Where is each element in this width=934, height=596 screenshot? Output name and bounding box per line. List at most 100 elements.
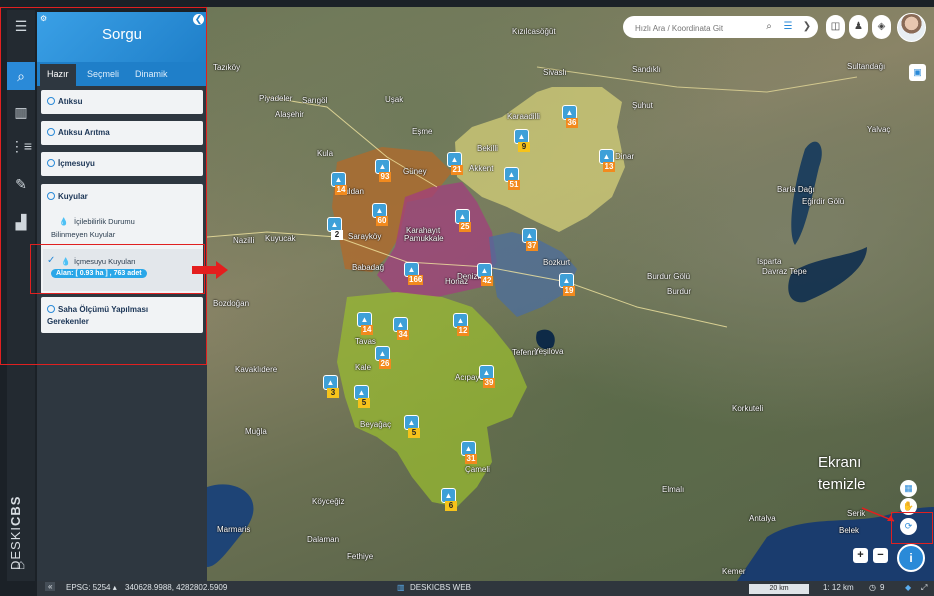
coordinate-icon[interactable]: ☰ bbox=[780, 19, 796, 35]
map-label: Güney bbox=[403, 167, 427, 176]
zoom-in-button[interactable]: + bbox=[853, 548, 868, 563]
map-label: Elmalı bbox=[662, 485, 685, 494]
locate-icon[interactable]: ◆ bbox=[905, 583, 911, 592]
tab-hazir[interactable]: Hazır bbox=[40, 64, 76, 88]
map-label: Honaz bbox=[445, 277, 469, 286]
well-cluster-marker[interactable]: ▲ 26 bbox=[373, 346, 393, 374]
brand-logo: DESKICBS bbox=[8, 495, 23, 570]
grid-icon[interactable]: ▦ bbox=[900, 480, 917, 497]
map-label: Muğla bbox=[245, 427, 267, 436]
well-cluster-marker[interactable]: ▲ 60 bbox=[370, 203, 390, 231]
map-label: Kuyucak bbox=[265, 234, 296, 243]
map-label: Köyceğiz bbox=[312, 497, 345, 506]
settings-icon[interactable]: ⚙ bbox=[40, 14, 47, 23]
callout-arrow bbox=[861, 507, 895, 522]
avatar[interactable] bbox=[897, 13, 926, 42]
well-cluster-marker[interactable]: ▲ 31 bbox=[459, 441, 479, 469]
book-icon[interactable]: ▥ bbox=[7, 98, 35, 126]
query-item-atiksu-aritma[interactable]: Atıksu Arıtma bbox=[41, 121, 203, 145]
map-label: Babadağ bbox=[352, 263, 385, 272]
map-label: Eşme bbox=[412, 127, 433, 136]
stamp-icon[interactable]: ♟ bbox=[849, 15, 868, 39]
query-item-icmesuyu[interactable]: İçmesuyu bbox=[41, 152, 203, 176]
map-label: Uşak bbox=[385, 95, 404, 104]
epsg-selector[interactable]: EPSG: 5254 ▴ bbox=[66, 583, 117, 592]
collapse-panel-icon[interactable]: ❮ bbox=[193, 14, 204, 25]
well-cluster-marker[interactable]: ▲ 36 bbox=[560, 105, 580, 133]
well-cluster-marker[interactable]: ▲ 14 bbox=[355, 312, 375, 340]
status-bar: « EPSG: 5254 ▴ 340628.9988, 4282802.5909… bbox=[37, 581, 934, 596]
layers-tree-icon[interactable]: ⋮≡ bbox=[7, 132, 35, 160]
sub-query-line1[interactable]: İçilebilirlik Durumu bbox=[74, 217, 135, 226]
map-label: Şuhut bbox=[632, 101, 653, 110]
search-bar: ⌕ ☰ ❯ bbox=[623, 16, 818, 38]
annotation-arrow bbox=[192, 261, 228, 279]
map-label: Dinar bbox=[615, 152, 635, 161]
selected-query-label: İçmesuyu Kuyuları bbox=[74, 257, 136, 266]
well-cluster-marker[interactable]: ▲ 5 bbox=[352, 385, 372, 413]
well-cluster-marker[interactable]: ▲ 42 bbox=[475, 263, 495, 291]
map-label: Burdur bbox=[667, 287, 692, 296]
search-icon[interactable]: ⌕ bbox=[7, 62, 35, 90]
map-label: Marmaris bbox=[217, 525, 251, 534]
well-cluster-marker[interactable]: ▲ 5 bbox=[402, 415, 422, 443]
map-label: Kızılcasöğüt bbox=[512, 27, 556, 36]
shield-icon[interactable]: ◈ bbox=[872, 15, 891, 39]
well-icon: 💧 bbox=[61, 257, 71, 266]
well-cluster-marker[interactable]: ▲ 34 bbox=[391, 317, 411, 345]
pan-hand-icon[interactable]: ✋ bbox=[900, 498, 917, 515]
map-label: Yeşilova bbox=[534, 347, 564, 356]
well-cluster-marker[interactable]: ▲ 6 bbox=[439, 488, 459, 516]
query-item-saha-olcumu[interactable]: Saha Ölçümü Yapılması Gerekenler bbox=[41, 297, 203, 333]
well-cluster-marker[interactable]: ▲ 2 bbox=[325, 217, 345, 245]
well-cluster-marker[interactable]: ▲ 9 bbox=[512, 129, 532, 157]
info-button[interactable]: i bbox=[897, 544, 925, 572]
map-layer-icon[interactable]: ▣ bbox=[909, 64, 926, 81]
well-cluster-marker[interactable]: ▲ 166 bbox=[402, 262, 424, 290]
chart-icon[interactable]: ▟ bbox=[7, 208, 35, 236]
map-label: Burdur Gölü bbox=[647, 272, 691, 281]
map-label: Kemer bbox=[722, 567, 746, 576]
refresh-icon[interactable]: ⟳ bbox=[900, 518, 917, 535]
well-cluster-marker[interactable]: ▲ 51 bbox=[502, 167, 522, 195]
search-icon[interactable]: ⌕ bbox=[761, 19, 777, 35]
map-label: Nazilli bbox=[233, 236, 255, 245]
zoom-out-button[interactable]: − bbox=[873, 548, 888, 563]
map-label: Sarayköy bbox=[348, 232, 382, 241]
search-input[interactable] bbox=[633, 19, 757, 37]
well-cluster-marker[interactable]: ▲ 19 bbox=[557, 273, 577, 301]
well-icon: 💧 bbox=[59, 217, 69, 226]
fullscreen-icon[interactable]: ⤢ bbox=[921, 583, 927, 593]
scale-bar: 20 km bbox=[749, 584, 809, 594]
map-label: Bozkurt bbox=[543, 258, 571, 267]
well-cluster-marker[interactable]: ▲ 93 bbox=[373, 159, 393, 187]
result-badge: Alan: [ 0.93 ha ] , 763 adet bbox=[51, 269, 147, 278]
menu-icon[interactable]: ☰ bbox=[7, 12, 35, 40]
radio-icon bbox=[47, 128, 55, 136]
query-item-atiksu[interactable]: Atıksu bbox=[41, 90, 203, 114]
map-icon: ▥ bbox=[397, 583, 405, 592]
expand-icon[interactable]: « bbox=[45, 582, 56, 591]
map-label: Eğirdir Gölü bbox=[802, 197, 845, 206]
map-label: Kula bbox=[317, 149, 334, 158]
well-cluster-marker[interactable]: ▲ 13 bbox=[597, 149, 617, 177]
go-arrow-icon[interactable]: ❯ bbox=[799, 19, 815, 35]
well-cluster-marker[interactable]: ▲ 37 bbox=[520, 228, 540, 256]
tab-secmeli[interactable]: Seçmeli bbox=[80, 66, 126, 82]
well-cluster-marker[interactable]: ▲ 14 bbox=[329, 172, 349, 200]
pencil-icon[interactable]: ✎ bbox=[7, 170, 35, 198]
map-label: Korkuteli bbox=[732, 404, 764, 413]
well-cluster-marker[interactable]: ▲ 12 bbox=[451, 313, 471, 341]
well-cluster-marker[interactable]: ▲ 39 bbox=[477, 365, 497, 393]
map-label: Kavaklıdere bbox=[235, 365, 278, 374]
tab-dinamik[interactable]: Dinamik bbox=[128, 66, 175, 82]
map-label: Isparta bbox=[757, 257, 782, 266]
sub-query-line2[interactable]: Bilinmeyen Kuyular bbox=[51, 230, 115, 239]
map-label: Karaadilli bbox=[507, 112, 540, 121]
map-label: Akkent bbox=[469, 164, 494, 173]
well-cluster-marker[interactable]: ▲ 21 bbox=[445, 152, 465, 180]
well-cluster-marker[interactable]: ▲ 25 bbox=[453, 209, 473, 237]
split-view-icon[interactable]: ◫ bbox=[826, 15, 845, 39]
well-cluster-marker[interactable]: ▲ 3 bbox=[321, 375, 341, 403]
map-label: Sivaslı bbox=[543, 68, 567, 77]
